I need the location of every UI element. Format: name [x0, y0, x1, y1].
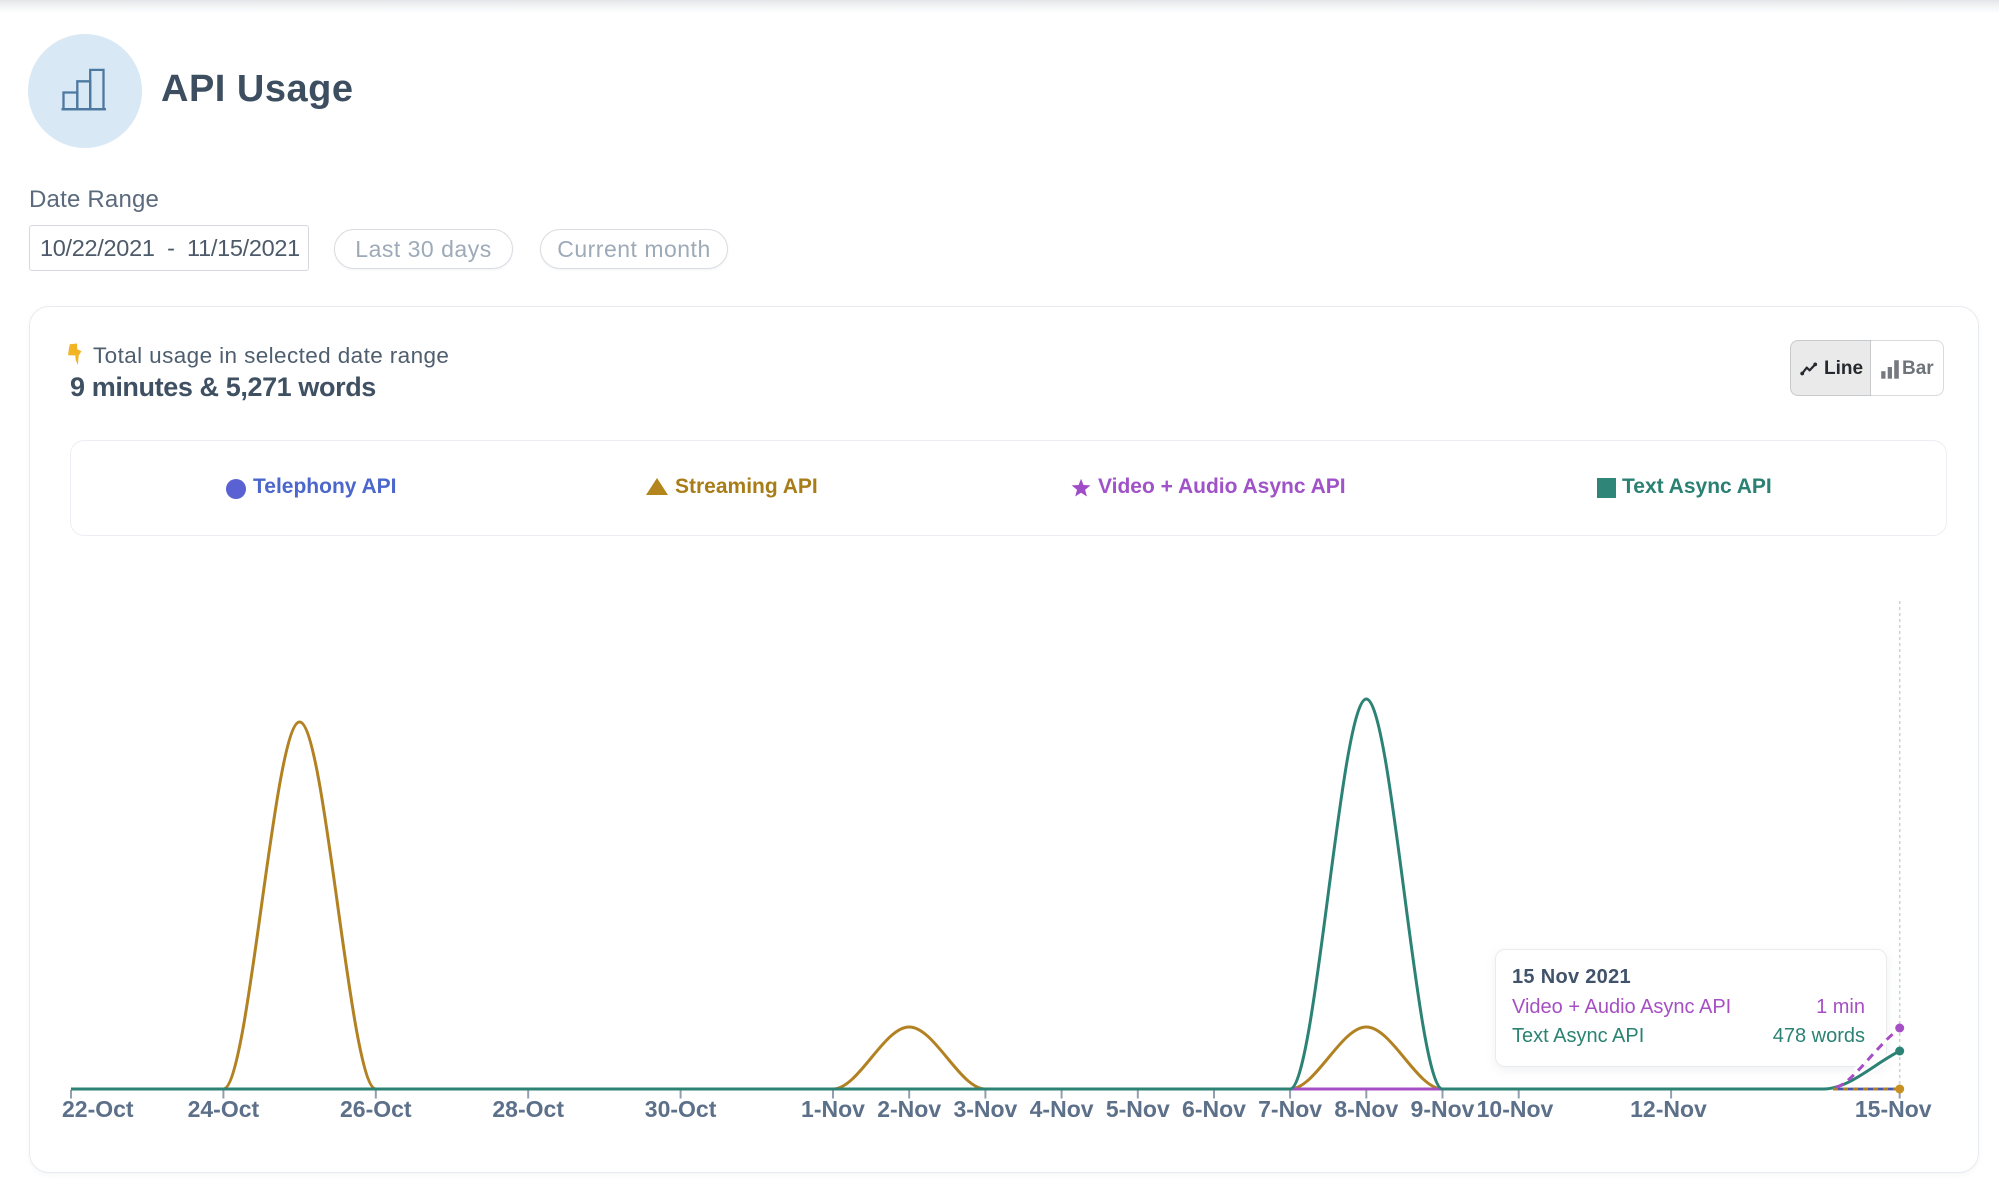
svg-text:8-Nov: 8-Nov — [1334, 1096, 1398, 1122]
svg-text:26-Oct: 26-Oct — [340, 1096, 412, 1122]
svg-text:4-Nov: 4-Nov — [1030, 1096, 1094, 1122]
svg-text:6-Nov: 6-Nov — [1182, 1096, 1246, 1122]
svg-text:28-Oct: 28-Oct — [492, 1096, 564, 1122]
svg-text:3-Nov: 3-Nov — [953, 1096, 1017, 1122]
svg-text:22-Oct: 22-Oct — [62, 1096, 134, 1122]
svg-text:24-Oct: 24-Oct — [188, 1096, 260, 1122]
svg-text:9-Nov: 9-Nov — [1411, 1096, 1475, 1122]
svg-text:1-Nov: 1-Nov — [801, 1096, 865, 1122]
svg-text:10-Nov: 10-Nov — [1477, 1096, 1554, 1122]
svg-text:12-Nov: 12-Nov — [1630, 1096, 1707, 1122]
svg-text:15-Nov: 15-Nov — [1855, 1096, 1932, 1122]
svg-text:5-Nov: 5-Nov — [1106, 1096, 1170, 1122]
svg-text:7-Nov: 7-Nov — [1258, 1096, 1322, 1122]
svg-text:30-Oct: 30-Oct — [645, 1096, 717, 1122]
svg-text:2-Nov: 2-Nov — [877, 1096, 941, 1122]
